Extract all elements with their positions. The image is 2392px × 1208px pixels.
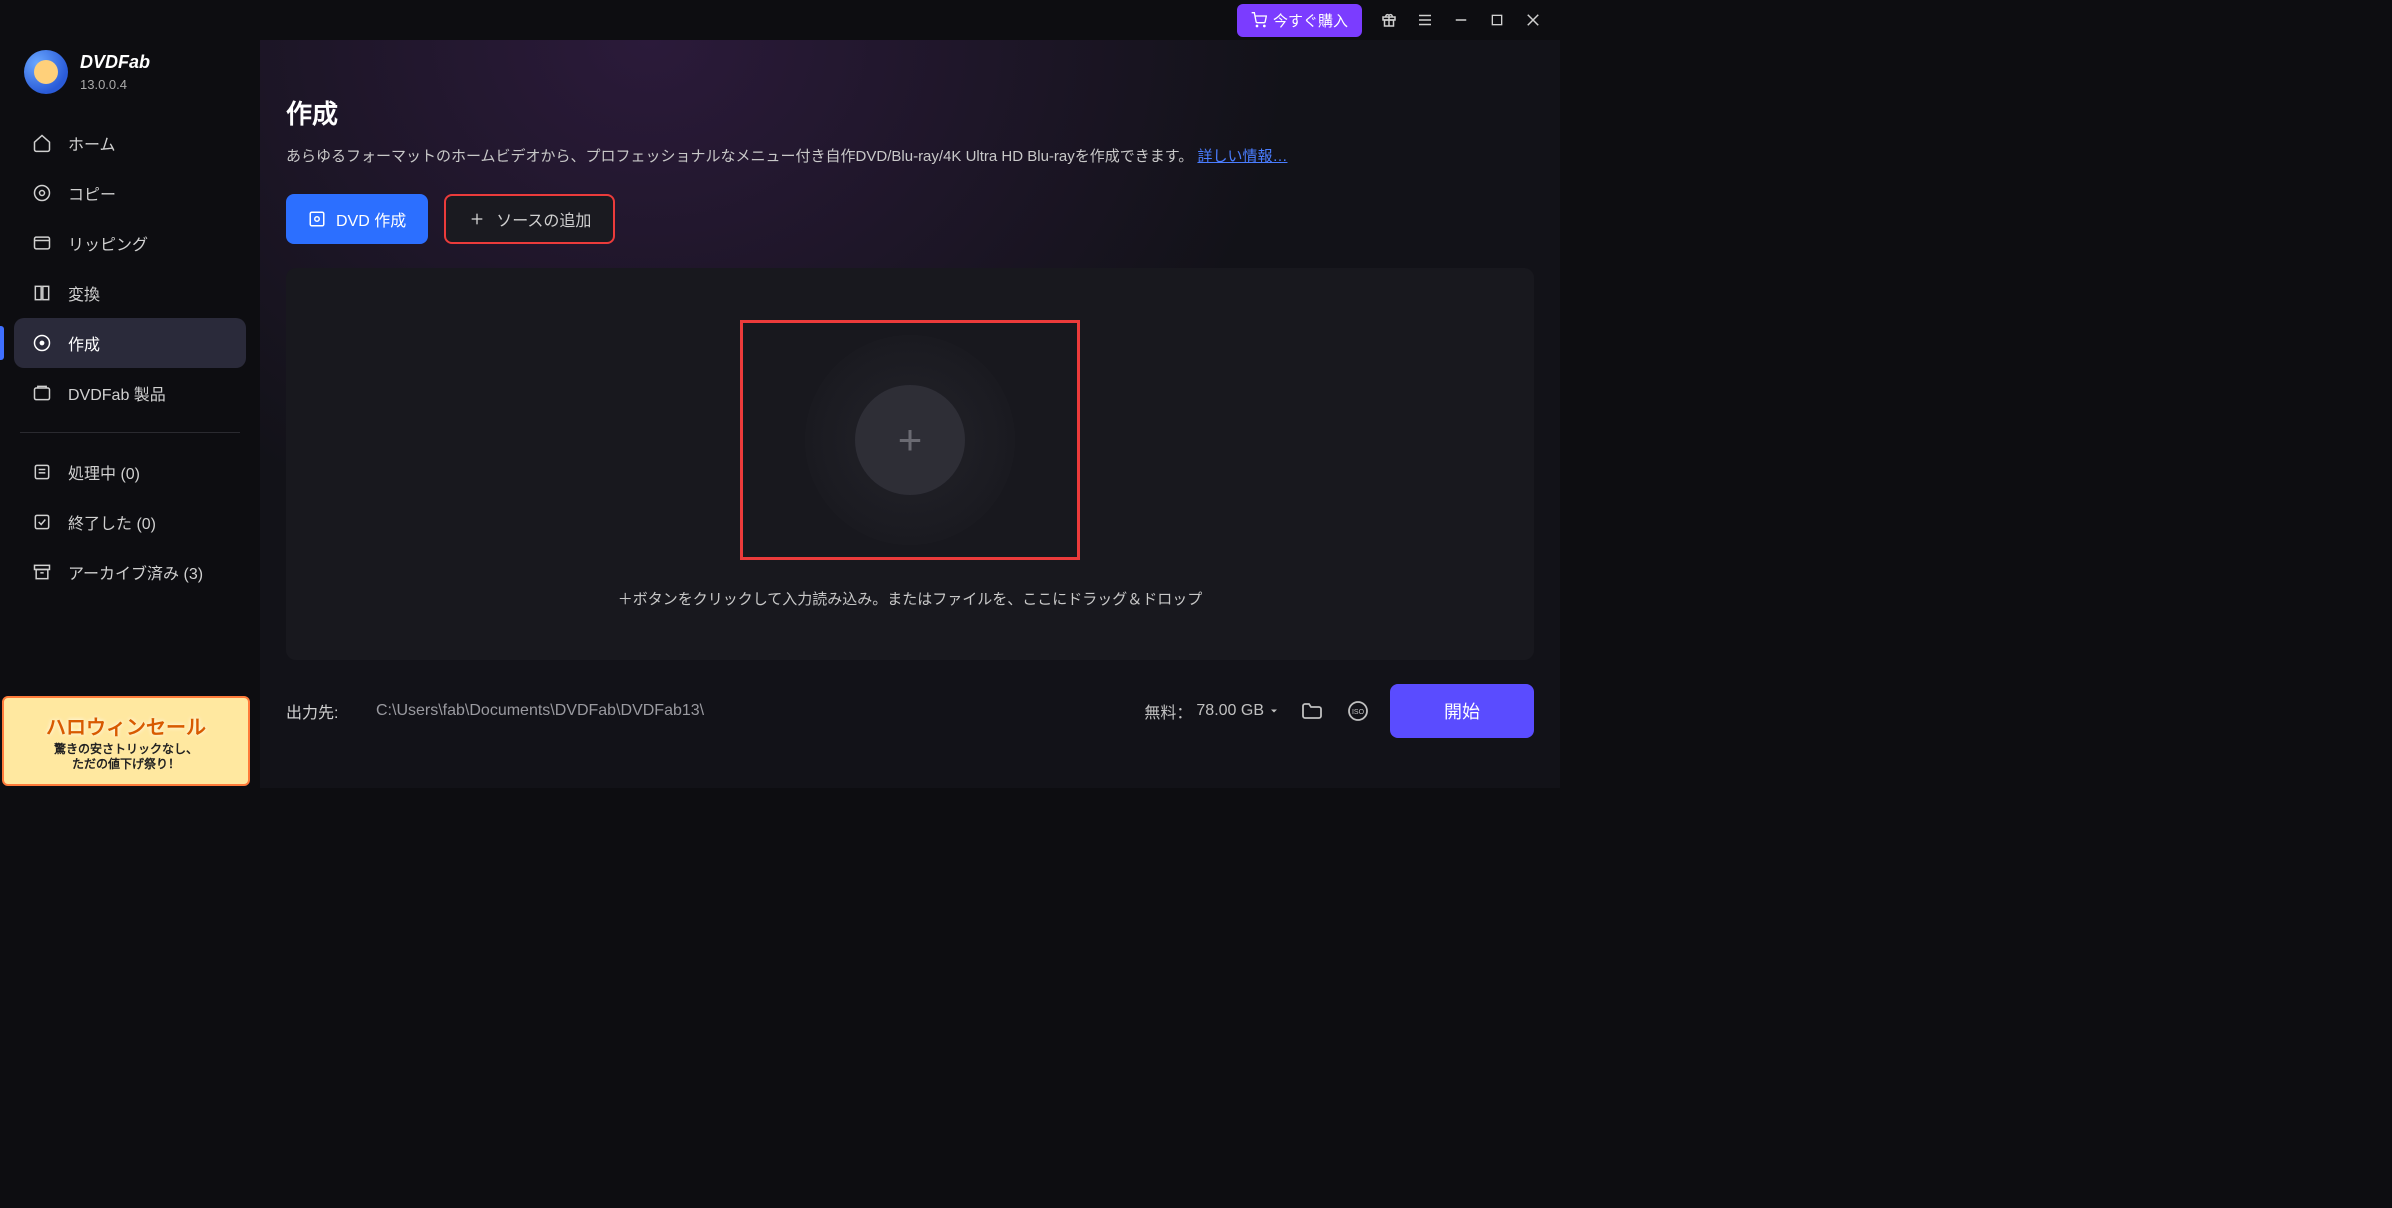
sidebar-item-create[interactable]: 作成 xyxy=(14,318,246,368)
products-icon xyxy=(32,383,52,403)
maximize-icon[interactable] xyxy=(1488,11,1506,29)
dropzone[interactable]: + ＋ボタンをクリックして入力読み込み。またはファイルを、ここにドラッグ＆ドロッ… xyxy=(286,268,1534,660)
sidebar-item-convert[interactable]: 変換 xyxy=(14,268,246,318)
toolbar: DVD 作成 ソースの追加 xyxy=(286,194,1534,244)
menu-icon[interactable] xyxy=(1416,11,1434,29)
minimize-icon[interactable] xyxy=(1452,11,1470,29)
svg-text:ISO: ISO xyxy=(1352,709,1365,716)
page-title: 作成 xyxy=(286,94,1534,131)
dropzone-hint: ＋ボタンをクリックして入力読み込み。またはファイルを、ここにドラッグ＆ドロップ xyxy=(618,588,1203,609)
buy-now-label: 今すぐ購入 xyxy=(1273,10,1348,31)
sidebar-item-label: 終了した (0) xyxy=(68,510,156,534)
sidebar-item-finished[interactable]: 終了した (0) xyxy=(14,497,246,547)
sidebar-item-copy[interactable]: コピー xyxy=(14,168,246,218)
cart-icon xyxy=(1251,12,1267,28)
logo-avatar xyxy=(24,50,68,94)
logo-area: DVDFab 13.0.0.4 xyxy=(14,40,246,118)
sidebar-item-label: コピー xyxy=(68,181,116,205)
convert-icon xyxy=(32,283,52,303)
add-source-button[interactable]: ソースの追加 xyxy=(444,194,615,244)
gift-icon[interactable] xyxy=(1380,11,1398,29)
dvd-create-label: DVD 作成 xyxy=(336,207,406,231)
output-path-input[interactable] xyxy=(376,702,1126,720)
chevron-down-icon xyxy=(1268,705,1280,717)
start-button[interactable]: 開始 xyxy=(1390,684,1534,738)
sidebar-item-ripping[interactable]: リッピング xyxy=(14,218,246,268)
add-source-label: ソースの追加 xyxy=(496,207,591,231)
page-description: あらゆるフォーマットのホームビデオから、プロフェッショナルなメニュー付き自作DV… xyxy=(286,145,1534,166)
main-content: 作成 あらゆるフォーマットのホームビデオから、プロフェッショナルなメニュー付き自… xyxy=(260,40,1560,788)
iso-icon[interactable]: ISO xyxy=(1344,697,1372,725)
ripping-icon xyxy=(32,233,52,253)
disc-icon xyxy=(308,210,326,228)
create-icon xyxy=(32,333,52,353)
output-label: 出力先: xyxy=(286,699,358,723)
drop-frame-highlight: + xyxy=(740,320,1080,560)
archive-icon xyxy=(32,562,52,582)
plus-large-icon: + xyxy=(898,416,923,464)
sidebar-item-label: リッピング xyxy=(68,231,148,255)
sidebar-item-label: DVDFab 製品 xyxy=(68,381,166,405)
more-info-link[interactable]: 詳しい情報… xyxy=(1197,148,1287,165)
sidebar-item-label: 処理中 (0) xyxy=(68,460,140,484)
sidebar-item-label: 作成 xyxy=(68,331,100,355)
copy-icon xyxy=(32,183,52,203)
sidebar-item-processing[interactable]: 処理中 (0) xyxy=(14,447,246,497)
folder-icon[interactable] xyxy=(1298,697,1326,725)
free-space-display[interactable]: 無料：78.00 GB xyxy=(1144,699,1280,723)
promo-banner[interactable]: ハロウィンセール 驚きの安さトリックなし、ただの値下げ祭り！ xyxy=(2,696,250,786)
sidebar-item-products[interactable]: DVDFab 製品 xyxy=(14,368,246,418)
titlebar: 今すぐ購入 xyxy=(0,0,1560,40)
finished-icon xyxy=(32,512,52,532)
promo-title: ハロウィンセール xyxy=(46,711,206,740)
divider xyxy=(20,432,240,433)
home-icon xyxy=(32,133,52,153)
footer-bar: 出力先: 無料：78.00 GB ISO 開始 xyxy=(286,660,1534,760)
dvd-create-button[interactable]: DVD 作成 xyxy=(286,194,428,244)
app-title: DVDFab xyxy=(80,52,150,73)
add-file-button[interactable]: + xyxy=(855,385,965,495)
sidebar-item-label: 変換 xyxy=(68,281,100,305)
buy-now-button[interactable]: 今すぐ購入 xyxy=(1237,4,1362,37)
sidebar-item-label: アーカイブ済み (3) xyxy=(68,560,203,584)
app-version: 13.0.0.4 xyxy=(80,77,150,92)
processing-icon xyxy=(32,462,52,482)
sidebar-item-label: ホーム xyxy=(68,131,116,155)
sidebar-item-home[interactable]: ホーム xyxy=(14,118,246,168)
sidebar-item-archived[interactable]: アーカイブ済み (3) xyxy=(14,547,246,597)
close-icon[interactable] xyxy=(1524,11,1542,29)
promo-sub: 驚きの安さトリックなし、ただの値下げ祭り！ xyxy=(54,742,198,771)
sidebar: DVDFab 13.0.0.4 ホーム コピー リッピング xyxy=(0,40,260,788)
start-label: 開始 xyxy=(1444,702,1480,722)
plus-icon xyxy=(468,210,486,228)
